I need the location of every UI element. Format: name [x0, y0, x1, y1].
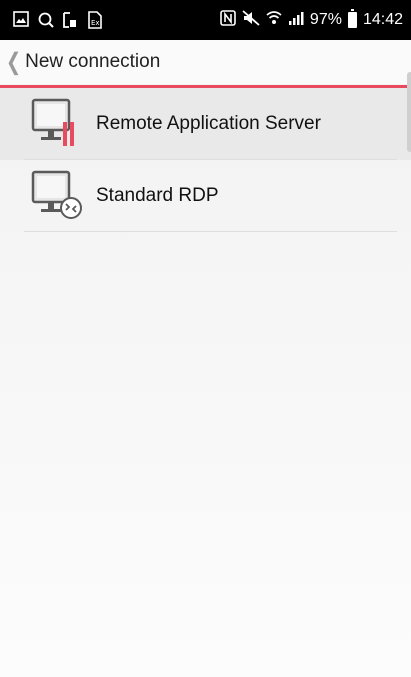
clock: 14:42 [362, 11, 403, 28]
edge-panel-handle[interactable] [407, 72, 411, 152]
remote-app-server-icon [31, 98, 85, 150]
search-icon [37, 11, 55, 34]
svg-text:Ex: Ex [91, 19, 100, 27]
back-chevron-icon: ❮ [6, 48, 22, 75]
nfc-icon [220, 9, 236, 31]
status-bar: Ex 97% 14:42 [0, 0, 411, 40]
gallery-icon [13, 11, 29, 32]
list-item-label: Remote Application Server [96, 113, 321, 134]
wifi-icon [266, 10, 282, 31]
list-item-remote-application-server[interactable]: Remote Application Server [0, 88, 411, 160]
battery-icon [347, 9, 357, 28]
list-item-standard-rdp[interactable]: Standard RDP [0, 160, 411, 232]
app-header: ❮ New connection [0, 40, 411, 84]
screenshot-icon [62, 11, 78, 34]
sim-icon: Ex [88, 11, 102, 34]
page-title: New connection [25, 51, 161, 72]
connection-type-list: Remote Application Server Standard RDP [0, 88, 411, 232]
back-button[interactable]: ❮ New connection [6, 48, 160, 76]
signal-icon [288, 10, 304, 31]
standard-rdp-icon [31, 170, 85, 222]
list-divider [24, 231, 397, 232]
mute-icon [242, 9, 260, 31]
battery-percent: 97% [309, 11, 342, 28]
status-right: 97% 14:42 [220, 0, 403, 40]
list-item-label: Standard RDP [96, 185, 219, 206]
